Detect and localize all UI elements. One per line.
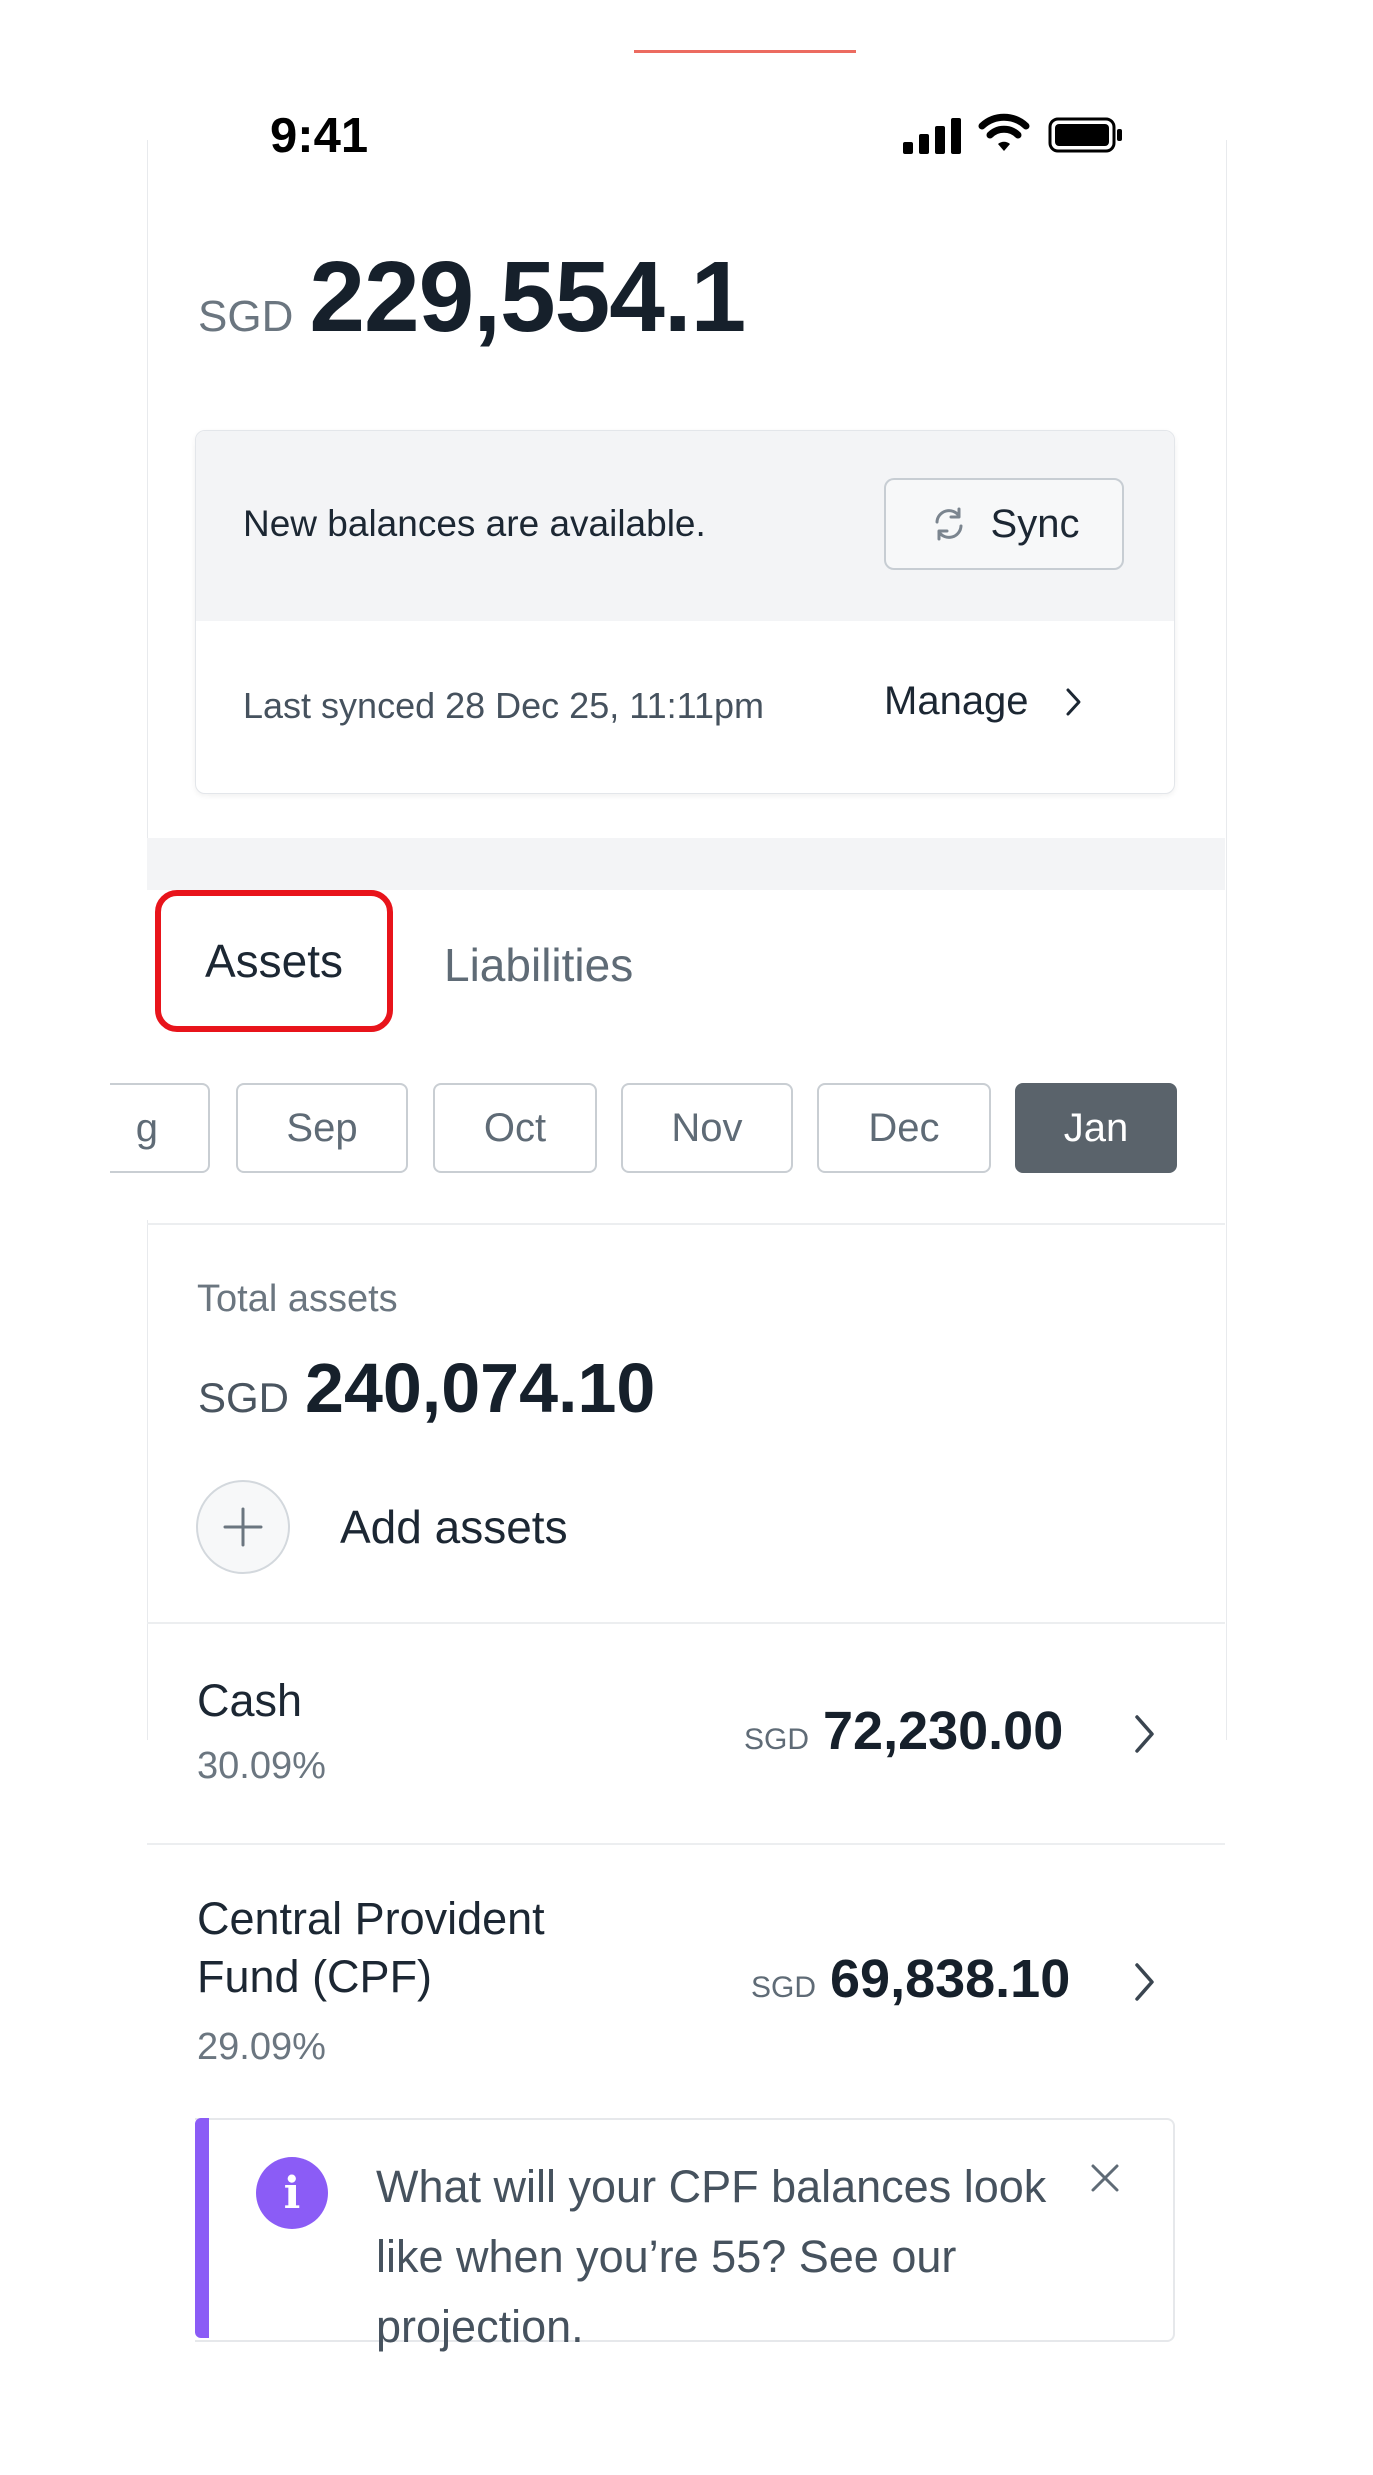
tab-assets-label: Assets: [204, 935, 344, 987]
asset-value: SGD 69,838.10: [751, 1948, 1070, 2010]
manage-label: Manage: [884, 679, 1029, 723]
asset-name: Cash: [197, 1675, 303, 1726]
asset-percent: 30.09%: [197, 1745, 326, 1787]
net-worth-currency: SGD: [198, 292, 294, 341]
asset-name-line1: Central Provident: [197, 1893, 545, 1944]
section-separator: [147, 838, 1225, 890]
manage-link[interactable]: Manage: [884, 679, 1085, 724]
banner-text: What will your CPF balances look like wh…: [376, 2161, 1047, 2352]
asset-amount: 72,230.00: [823, 1701, 1064, 1761]
total-assets-amount: SGD 240,074.10: [198, 1348, 655, 1428]
asset-name-line2: Fund (CPF): [197, 1951, 433, 2002]
chevron-right-icon: [1066, 688, 1081, 715]
month-chip-nov[interactable]: Nov: [621, 1083, 793, 1173]
banner-accent-bar: [195, 2118, 209, 2338]
refresh-icon: [935, 507, 963, 541]
close-icon[interactable]: [1085, 2158, 1125, 2198]
month-chip-jan[interactable]: Jan: [1015, 1083, 1177, 1173]
asset-currency: SGD: [744, 1723, 810, 1756]
new-balances-message: New balances are available.: [243, 503, 706, 544]
sync-card: New balances are available. Sync Last sy…: [195, 430, 1175, 794]
month-chip-oct[interactable]: Oct: [433, 1083, 597, 1173]
divider: [147, 1843, 1225, 1845]
total-value: 240,074.10: [305, 1349, 656, 1427]
net-worth-display: SGD 229,554.1: [198, 240, 746, 355]
net-worth-amount: 229,554.1: [309, 241, 746, 353]
asset-amount: 69,838.10: [830, 1949, 1071, 2009]
tab-liabilities[interactable]: Liabilities: [444, 938, 633, 992]
month-chip-sep[interactable]: Sep: [236, 1083, 408, 1173]
chevron-right-icon: [1135, 1715, 1154, 1753]
asset-percent: 29.09%: [197, 2026, 326, 2068]
divider: [147, 1223, 1225, 1225]
top-accent-line: [634, 50, 856, 53]
sync-button[interactable]: Sync: [884, 478, 1124, 570]
asset-value: SGD 72,230.00: [744, 1700, 1063, 1762]
total-currency: SGD: [198, 1374, 290, 1421]
month-chip-partial[interactable]: g: [110, 1083, 210, 1173]
sync-label: Sync: [990, 501, 1080, 546]
plus-icon: [223, 1507, 263, 1547]
chevron-right-icon: [1135, 1963, 1154, 2001]
asset-currency: SGD: [751, 1971, 817, 2004]
add-circle: [196, 1480, 290, 1574]
total-assets-label: Total assets: [197, 1278, 398, 1320]
add-assets-label: Add assets: [340, 1501, 568, 1553]
add-assets-button[interactable]: Add assets: [196, 1480, 568, 1574]
info-icon: i: [256, 2157, 328, 2229]
divider: [147, 1622, 1225, 1624]
month-chip-dec[interactable]: Dec: [817, 1083, 991, 1173]
last-synced-text: Last synced 28 Dec 25, 11:11pm: [243, 685, 764, 726]
tab-assets[interactable]: Assets: [155, 890, 393, 1032]
